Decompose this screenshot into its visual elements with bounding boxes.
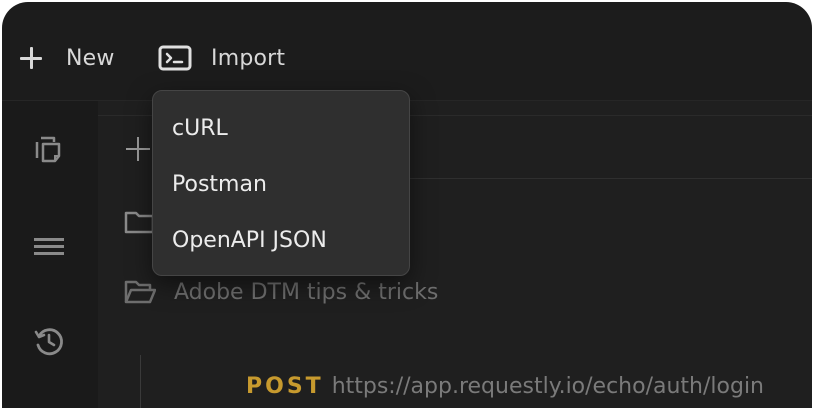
add-collection-icon[interactable] [126, 137, 150, 161]
plus-icon [20, 47, 42, 69]
new-button[interactable]: New [20, 40, 115, 76]
collection-folder[interactable]: Adobe DTM tips & tricks [124, 279, 438, 305]
request-url: https://app.requestly.io/echo/auth/login [331, 374, 764, 399]
tree-guide-line [140, 355, 141, 408]
import-button-label: Import [211, 45, 286, 71]
request-method: POST [246, 374, 324, 399]
menu-item-curl[interactable]: cURL [172, 108, 228, 148]
request-item[interactable]: POST https://app.requestly.io/echo/auth/… [246, 374, 764, 399]
folder-label: Adobe DTM tips & tricks [174, 279, 439, 305]
copy-icon[interactable] [32, 133, 66, 167]
import-button[interactable]: Import [158, 40, 285, 76]
folder-open-icon [124, 280, 156, 304]
menu-item-postman[interactable]: Postman [172, 164, 267, 204]
menu-item-openapi-json[interactable]: OpenAPI JSON [172, 220, 327, 260]
new-button-label: New [66, 45, 115, 71]
list-icon[interactable] [32, 230, 66, 264]
divider [398, 178, 812, 179]
terminal-icon [158, 45, 192, 71]
import-dropdown-menu: cURL Postman OpenAPI JSON [152, 90, 410, 276]
menu-item-label: cURL [172, 115, 228, 141]
menu-item-label: Postman [172, 171, 267, 197]
toolbar: New Import [2, 2, 812, 100]
menu-item-label: OpenAPI JSON [172, 227, 327, 253]
history-icon[interactable] [32, 325, 66, 359]
sidebar [2, 101, 98, 408]
